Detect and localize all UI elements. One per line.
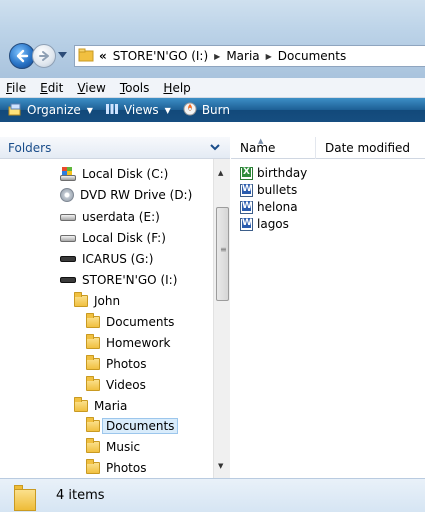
folder-icon xyxy=(86,417,100,432)
column-header-name[interactable]: ▲ Name xyxy=(240,137,275,155)
menu-bar: File Edit View Tools Help xyxy=(0,78,425,98)
folders-header[interactable]: Folders xyxy=(0,137,230,159)
tree-item-userdata-e[interactable]: userdata (E:) xyxy=(60,207,160,227)
tree-item-john-photos[interactable]: Photos xyxy=(86,354,146,374)
folder-icon xyxy=(86,313,100,328)
menu-file[interactable]: File xyxy=(6,81,26,95)
tree-item-local-disk-f[interactable]: Local Disk (F:) xyxy=(60,228,166,248)
column-header-date-modified[interactable]: Date modified xyxy=(325,141,410,155)
tree-item-john[interactable]: John xyxy=(74,291,120,311)
organize-button[interactable]: Organize ▼ xyxy=(8,102,93,119)
recent-pages-dropdown-icon[interactable] xyxy=(58,52,67,58)
views-icon xyxy=(105,103,119,118)
drive-icon xyxy=(60,213,76,221)
menu-tools[interactable]: Tools xyxy=(120,81,150,95)
file-item-bullets[interactable]: bullets xyxy=(240,182,297,198)
breadcrumb-documents[interactable]: Documents xyxy=(278,49,346,63)
folder-icon xyxy=(86,355,100,370)
item-count: 4 items xyxy=(56,488,105,503)
excel-file-icon xyxy=(240,166,253,180)
burn-button[interactable]: Burn xyxy=(183,102,230,119)
collapse-chevron-icon[interactable] xyxy=(210,142,220,152)
usb-drive-icon xyxy=(60,256,76,262)
tree-item-music[interactable]: Music xyxy=(86,437,140,457)
sort-ascending-icon: ▲ xyxy=(258,137,264,145)
usb-drive-icon xyxy=(60,277,76,283)
tree-item-maria[interactable]: Maria xyxy=(74,396,127,416)
file-item-birthday[interactable]: birthday xyxy=(240,165,307,181)
column-divider[interactable] xyxy=(315,137,316,159)
tree-item-local-disk-c[interactable]: Local Disk (C:) xyxy=(60,164,168,184)
tree-item-john-documents[interactable]: Documents xyxy=(86,312,174,332)
address-bar[interactable]: « STORE'N'GO (I:) ▶ Maria ▶ Documents xyxy=(74,45,425,67)
breadcrumb-drive[interactable]: STORE'N'GO (I:) xyxy=(113,49,208,63)
toolbar-spacer xyxy=(0,122,425,137)
file-item-helona[interactable]: helona xyxy=(240,199,298,215)
breadcrumb-separator-icon[interactable]: ▶ xyxy=(214,52,220,61)
dropdown-arrow-icon: ▼ xyxy=(164,105,171,115)
menu-help[interactable]: Help xyxy=(163,81,190,95)
file-item-lagos[interactable]: lagos xyxy=(240,216,289,232)
menu-view[interactable]: View xyxy=(77,81,105,95)
tree-scrollbar[interactable]: ▲ ≡ ▼ xyxy=(213,159,230,478)
forward-button[interactable] xyxy=(32,44,56,68)
folder-icon xyxy=(86,376,100,391)
command-bar: Organize ▼ Views ▼ Burn xyxy=(0,98,425,122)
menu-edit[interactable]: Edit xyxy=(40,81,63,95)
folder-icon xyxy=(74,397,88,412)
organize-icon xyxy=(8,102,22,119)
folder-icon xyxy=(86,459,100,474)
drive-icon xyxy=(60,234,76,242)
overflow-chevron[interactable]: « xyxy=(99,49,107,63)
breadcrumb-separator-icon[interactable]: ▶ xyxy=(266,52,272,61)
details-pane: 4 items xyxy=(0,478,425,512)
folder-tree: Local Disk (C:) DVD RW Drive (D:) userda… xyxy=(0,159,213,478)
scroll-down-icon[interactable]: ▼ xyxy=(218,462,223,470)
tree-item-dvd-drive-d[interactable]: DVD RW Drive (D:) xyxy=(60,185,192,205)
dropdown-arrow-icon: ▼ xyxy=(86,105,93,115)
folder-icon xyxy=(74,292,88,307)
dvd-drive-icon xyxy=(60,188,74,202)
folder-icon xyxy=(14,485,36,511)
breadcrumb-maria[interactable]: Maria xyxy=(226,49,259,63)
folder-icon xyxy=(86,438,100,453)
word-file-icon xyxy=(240,183,253,197)
tree-item-maria-photos[interactable]: Photos xyxy=(86,458,146,478)
forward-arrow-icon xyxy=(39,51,49,61)
word-file-icon xyxy=(240,200,253,214)
tree-item-homework[interactable]: Homework xyxy=(86,333,170,353)
scroll-up-icon[interactable]: ▲ xyxy=(218,169,223,177)
column-headers: ▲ Name Date modified xyxy=(231,137,425,159)
title-bar: « STORE'N'GO (I:) ▶ Maria ▶ Documents xyxy=(0,0,425,78)
tree-item-icarus-g[interactable]: ICARUS (G:) xyxy=(60,249,153,269)
tree-item-storengo-i[interactable]: STORE'N'GO (I:) xyxy=(60,270,177,290)
grip-icon: ≡ xyxy=(220,245,227,254)
tree-item-maria-documents[interactable]: Documents xyxy=(86,416,179,436)
back-arrow-icon xyxy=(16,49,29,63)
scroll-thumb[interactable]: ≡ xyxy=(216,207,229,301)
folder-icon xyxy=(78,48,94,65)
folder-icon xyxy=(86,334,100,349)
tree-item-videos[interactable]: Videos xyxy=(86,375,146,395)
local-disk-icon xyxy=(60,167,76,181)
burn-icon xyxy=(183,102,197,119)
views-button[interactable]: Views ▼ xyxy=(105,103,171,118)
word-file-icon xyxy=(240,217,253,231)
